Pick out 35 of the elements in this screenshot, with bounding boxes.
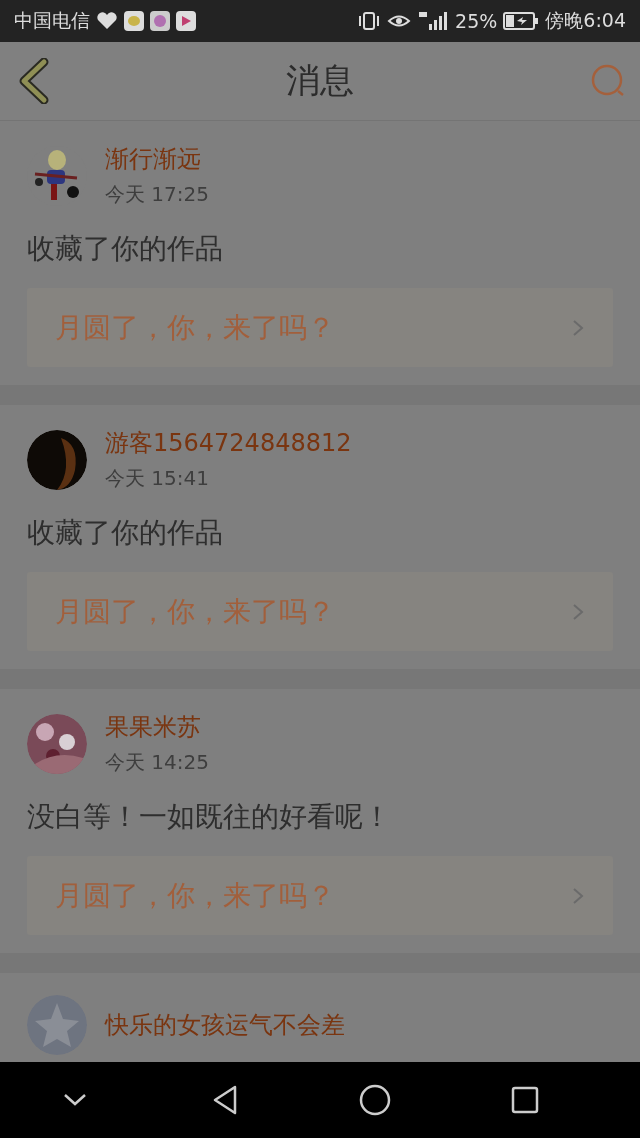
user-name[interactable]: 游客1564724848812 <box>105 427 352 459</box>
message-text: 收藏了你的作品 <box>27 515 224 551</box>
circle-home-icon <box>359 1084 391 1116</box>
app-icon <box>124 11 144 31</box>
message-text: 收藏了你的作品 <box>27 231 224 267</box>
battery-icon <box>503 12 540 30</box>
user-name[interactable]: 果果米苏 <box>105 711 209 743</box>
carrier-text: 中国电信 <box>14 8 90 33</box>
square-recents-icon <box>511 1086 539 1114</box>
message-text: 没白等！一如既往的好看呢！ <box>27 799 392 835</box>
triangle-back-icon <box>211 1084 239 1116</box>
chevron-right-icon <box>571 601 585 622</box>
work-title: 月圆了，你，来了吗？ <box>55 593 335 630</box>
timestamp: 今天 15:41 <box>105 465 210 492</box>
timestamp: 今天 17:25 <box>105 181 209 208</box>
play-icon <box>176 11 196 31</box>
chevron-right-icon <box>571 317 585 338</box>
page-title: 消息 <box>286 59 354 102</box>
work-link[interactable]: 月圆了，你，来了吗？ <box>27 856 613 935</box>
signal-icon <box>417 10 450 32</box>
heart-icon <box>96 12 118 30</box>
vibrate-icon <box>357 11 382 31</box>
user-name[interactable]: 快乐的女孩运气不会差 <box>105 1009 345 1041</box>
battery-text: 25% <box>455 10 498 32</box>
chevron-down-icon <box>62 1092 88 1108</box>
clock-text: 傍晚6:04 <box>545 8 626 33</box>
work-link[interactable]: 月圆了，你，来了吗？ <box>27 288 613 367</box>
timestamp: 今天 14:25 <box>105 749 209 776</box>
search-icon <box>590 63 626 99</box>
work-title: 月圆了，你，来了吗？ <box>55 877 335 914</box>
work-link[interactable]: 月圆了，你，来了吗？ <box>27 572 613 651</box>
user-name[interactable]: 渐行渐远 <box>105 143 209 175</box>
chevron-right-icon <box>571 885 585 906</box>
app-icon <box>150 11 170 31</box>
work-title: 月圆了，你，来了吗？ <box>55 309 335 346</box>
